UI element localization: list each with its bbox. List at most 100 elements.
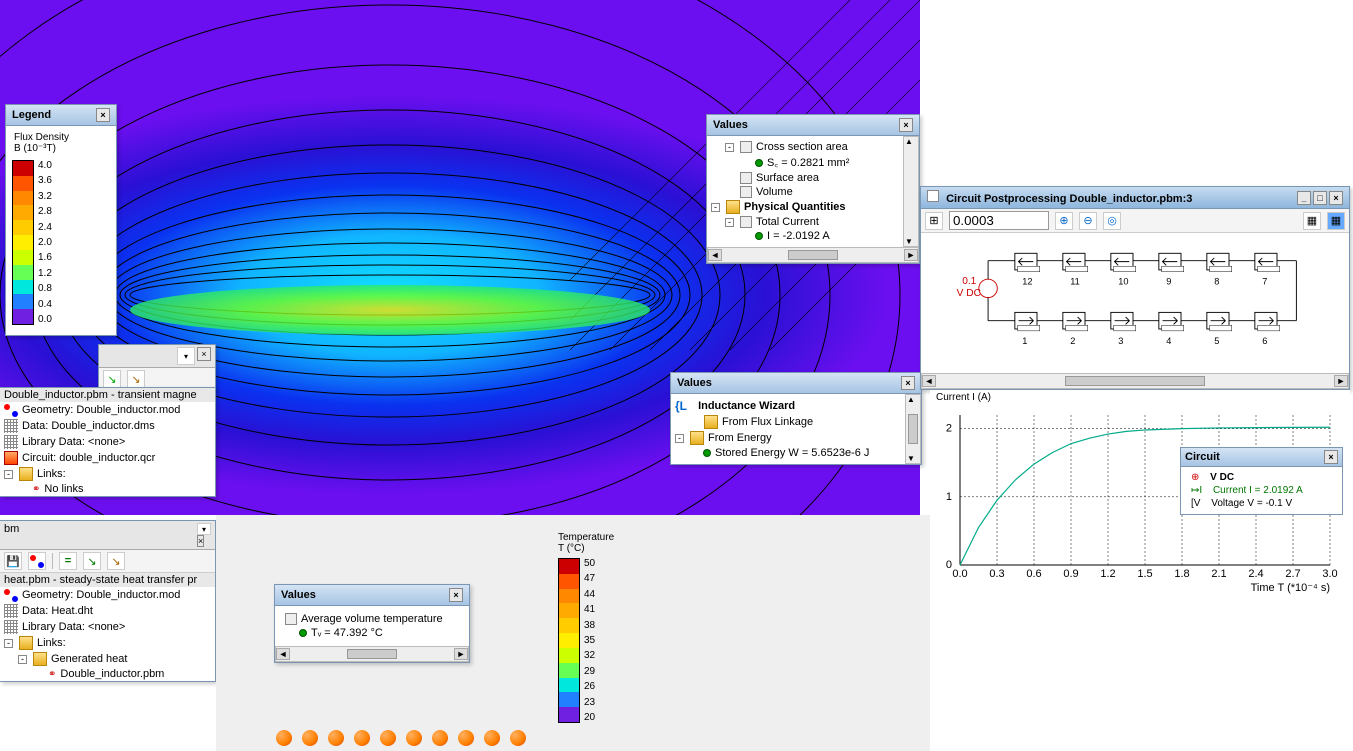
collapse-icon[interactable]: - — [711, 203, 720, 212]
scroll-up-icon[interactable]: ▲ — [905, 137, 917, 146]
zoom-out-icon[interactable]: ⊖ — [1079, 212, 1097, 230]
zoom-in-icon[interactable]: ⊕ — [1055, 212, 1073, 230]
tree-item-links[interactable]: Links: — [37, 637, 66, 649]
save-icon[interactable]: 💾 — [4, 552, 22, 570]
tree-item-library[interactable]: Library Data: <none> — [22, 436, 125, 448]
time-input[interactable] — [949, 211, 1049, 230]
tool-brown-icon[interactable]: ↘ — [107, 552, 125, 570]
zoom-fit-icon[interactable]: ◎ — [1103, 212, 1121, 230]
cross-section-label[interactable]: Cross section area — [756, 141, 848, 153]
close-icon[interactable]: × — [901, 376, 915, 390]
mini-toolbar: ▾ × ↘ ↘ — [98, 344, 216, 392]
coil-turn — [432, 730, 448, 746]
close-icon[interactable]: × — [1324, 450, 1338, 464]
link-icon: ⚭ — [32, 484, 40, 495]
scrollbar-vertical[interactable]: ▲ ▼ — [903, 136, 919, 247]
checkbox-icon[interactable] — [285, 613, 297, 625]
calculator-icon[interactable]: ⊞ — [925, 212, 943, 230]
scroll-down-icon[interactable]: ▼ — [907, 454, 919, 463]
avg-temp-value: Tᵥ = 47.392 °C — [311, 627, 383, 639]
close-icon[interactable]: × — [197, 347, 211, 361]
value-dot-icon — [703, 449, 711, 457]
tool-brown-icon[interactable]: ↘ — [127, 370, 145, 388]
inductance-wizard-label[interactable]: Inductance Wizard — [698, 400, 795, 412]
svg-text:0.3: 0.3 — [989, 568, 1004, 580]
tree-item-linked-file[interactable]: Double_inductor.pbm — [60, 668, 164, 680]
maximize-icon[interactable]: □ — [1313, 191, 1327, 205]
close-icon[interactable]: × — [1329, 191, 1343, 205]
scrollbar-horizontal[interactable]: ◄ ► — [921, 373, 1349, 389]
value-dot-icon — [299, 629, 307, 637]
equals-icon[interactable]: = — [59, 552, 77, 570]
close-icon[interactable]: × — [197, 535, 204, 547]
scrollbar-vertical[interactable]: ▲ ▼ — [905, 394, 921, 464]
tree-item-circuit[interactable]: Circuit: double_inductor.qcr — [22, 452, 155, 464]
minimize-icon[interactable]: _ — [1297, 191, 1311, 205]
tree-item-geometry[interactable]: Geometry: Double_inductor.mod — [22, 589, 180, 601]
popup-current-value: Current I = 2.0192 A — [1213, 485, 1303, 496]
collapse-icon[interactable]: - — [4, 639, 13, 648]
close-icon[interactable]: × — [449, 588, 463, 602]
scrollbar-horizontal[interactable]: ◄ ► — [707, 247, 919, 263]
coil-turn — [354, 730, 370, 746]
svg-text:0.6: 0.6 — [1026, 568, 1041, 580]
panel-title: Values — [281, 589, 316, 601]
collapse-icon[interactable]: - — [725, 218, 734, 227]
scroll-left-icon[interactable]: ◄ — [276, 648, 290, 660]
collapse-icon[interactable]: - — [4, 470, 13, 479]
checkbox-icon[interactable] — [740, 172, 752, 184]
dropdown-icon[interactable]: ▾ — [197, 523, 211, 535]
collapse-icon[interactable]: - — [675, 434, 684, 443]
scroll-thumb[interactable] — [908, 414, 918, 444]
total-current-label[interactable]: Total Current — [756, 216, 819, 228]
scroll-right-icon[interactable]: ► — [1334, 375, 1348, 387]
scroll-up-icon[interactable]: ▲ — [907, 395, 919, 404]
close-icon[interactable]: × — [96, 108, 110, 122]
tree-item-data[interactable]: Data: Heat.dht — [22, 605, 93, 617]
scrollbar-horizontal[interactable]: ◄ ► — [275, 646, 469, 662]
table-icon[interactable]: ▦ — [1303, 212, 1321, 230]
checkbox-icon[interactable] — [740, 141, 752, 153]
scroll-down-icon[interactable]: ▼ — [905, 237, 917, 246]
tree-item-library[interactable]: Library Data: <none> — [22, 621, 125, 633]
scroll-right-icon[interactable]: ► — [454, 648, 468, 660]
tree-item-generated[interactable]: Generated heat — [51, 653, 127, 665]
from-flux-label[interactable]: From Flux Linkage — [722, 416, 813, 428]
scroll-thumb[interactable] — [347, 649, 397, 659]
collapse-icon[interactable]: - — [18, 655, 27, 664]
close-icon[interactable]: × — [899, 118, 913, 132]
physical-quantities-label[interactable]: Physical Quantities — [744, 201, 845, 213]
coil-turn — [276, 730, 292, 746]
checkbox-icon[interactable] — [740, 186, 752, 198]
tool-green-icon[interactable]: ↘ — [83, 552, 101, 570]
folder-icon — [19, 467, 33, 481]
table-blue-icon[interactable]: ▦ — [1327, 212, 1345, 230]
window-icon — [927, 190, 939, 202]
library-icon — [4, 620, 18, 634]
temperature-legend: Temperature T (°C) 504744413835322926232… — [556, 530, 652, 725]
scroll-left-icon[interactable]: ◄ — [708, 249, 722, 261]
volume-label[interactable]: Volume — [756, 186, 793, 198]
scroll-left-icon[interactable]: ◄ — [922, 375, 936, 387]
tree-header[interactable]: Double_inductor.pbm - transient magne — [0, 388, 215, 402]
scroll-thumb[interactable] — [1065, 376, 1205, 386]
tree-item-data[interactable]: Data: Double_inductor.dms — [22, 420, 155, 432]
tool-green-icon[interactable]: ↘ — [103, 370, 121, 388]
surface-label[interactable]: Surface area — [756, 172, 819, 184]
folder-icon — [690, 431, 704, 445]
tree-item-geometry[interactable]: Geometry: Double_inductor.mod — [22, 404, 180, 416]
geometry-icon[interactable] — [28, 552, 46, 570]
scroll-thumb[interactable] — [788, 250, 838, 260]
collapse-icon[interactable]: - — [725, 143, 734, 152]
problem-tree-1: Double_inductor.pbm - transient magne Ge… — [0, 387, 216, 497]
tree-header[interactable]: heat.pbm - steady-state heat transfer pr — [0, 573, 215, 587]
source-value: 0.1 — [962, 276, 976, 287]
checkbox-icon[interactable] — [740, 216, 752, 228]
legend-panel: Legend × Flux Density B (10⁻³T) 4.03.63.… — [5, 104, 117, 336]
dropdown-icon[interactable]: ▾ — [177, 347, 195, 365]
coil-turn — [484, 730, 500, 746]
coil-cross-sections — [276, 730, 526, 746]
scroll-right-icon[interactable]: ► — [904, 249, 918, 261]
tree-item-links[interactable]: Links: — [37, 468, 66, 480]
from-energy-label[interactable]: From Energy — [708, 432, 772, 444]
